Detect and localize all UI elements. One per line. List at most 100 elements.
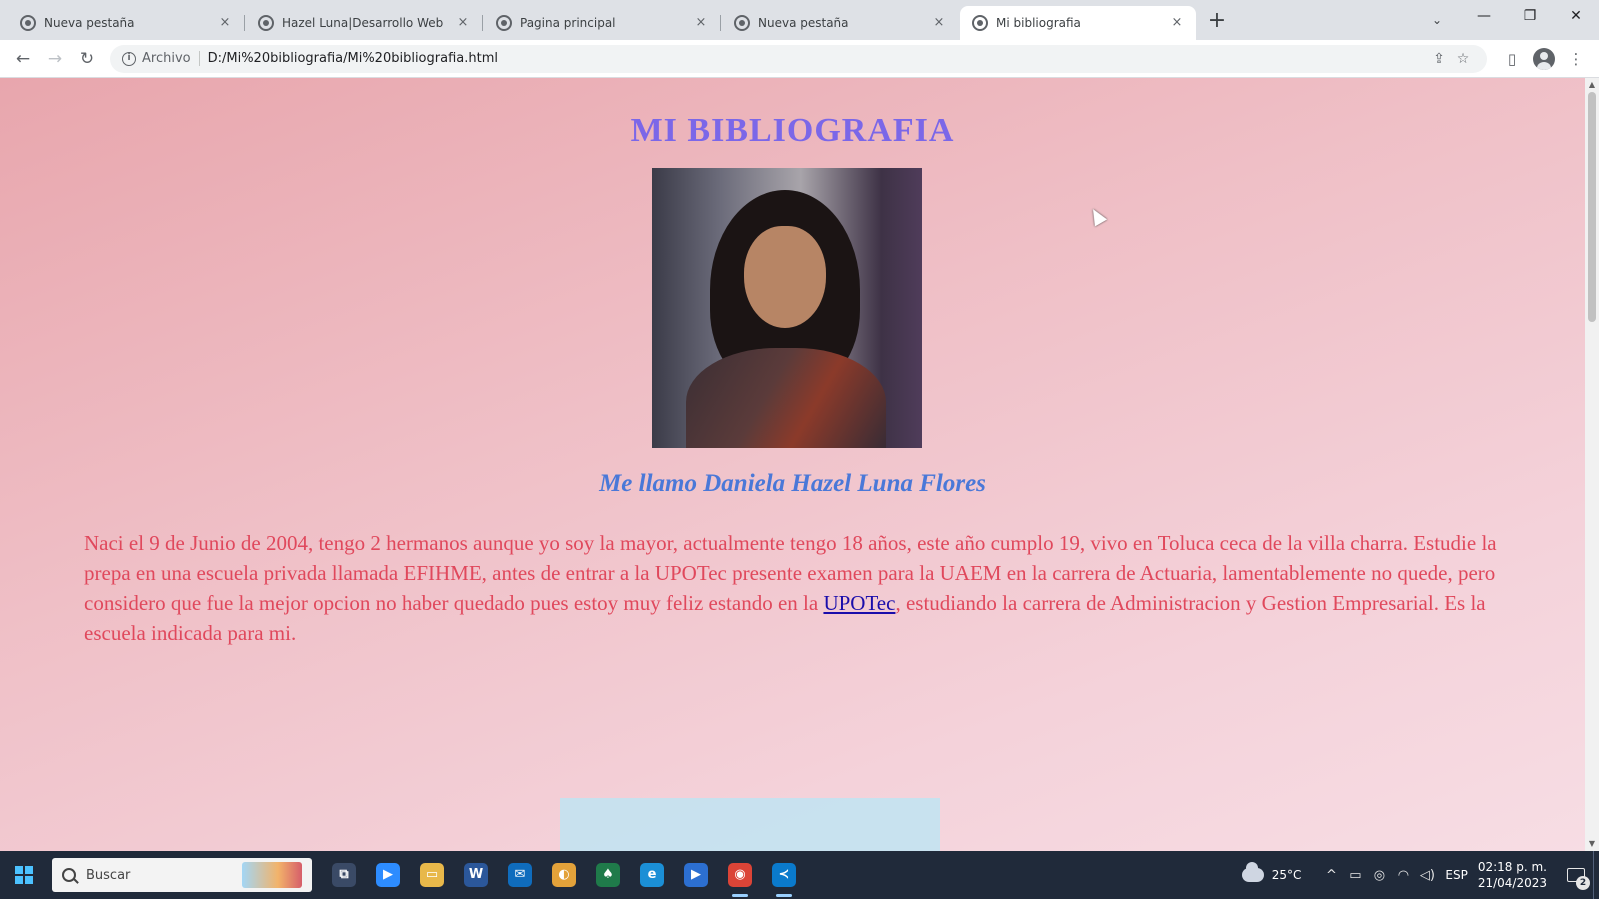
back-button[interactable]: ← (8, 44, 38, 74)
tab-close-icon[interactable]: × (930, 14, 948, 32)
tab-close-icon[interactable]: × (1168, 14, 1186, 32)
tab-title: Nueva pestaña (758, 16, 849, 30)
taskbar-app-button[interactable]: ▭ (410, 851, 454, 899)
volume-icon[interactable]: ◁) (1415, 868, 1439, 883)
browser-tab[interactable]: Nueva pestaña × (8, 6, 244, 40)
browser-tab[interactable]: Pagina principal × (482, 6, 720, 40)
taskbar-app-button[interactable]: ≺ (762, 851, 806, 899)
edge-icon: e (640, 863, 664, 887)
tab-favicon-icon (496, 15, 512, 31)
windows-taskbar: Buscar ⧉ ▶ ▭ W ✉ ◐ ♠ e ▶ ◉ ≺ 25°C ^ ▭ ◎ ◠ ◁) ESP 0… (0, 851, 1599, 899)
mouse-cursor-icon (1086, 205, 1108, 227)
taskbar-app-button[interactable]: ♠ (586, 851, 630, 899)
tray-overflow-chevron-icon[interactable]: ^ (1319, 868, 1343, 883)
reload-button[interactable]: ↻ (72, 44, 102, 74)
bio-paragraph: Naci el 9 de Junio de 2004, tengo 2 herm… (84, 528, 1504, 648)
tab-close-icon[interactable]: × (454, 14, 472, 32)
tab-list: Nueva pestaña × Hazel Luna|Desarrollo Web ×… (8, 6, 1198, 40)
taskbar-search-placeholder: Buscar (86, 867, 131, 883)
search-icon (62, 868, 76, 882)
photo-coat (686, 348, 886, 448)
zoom-icon: ▶ (376, 863, 400, 887)
close-window-button[interactable]: ✕ (1553, 0, 1599, 32)
notification-center-button[interactable]: 2 (1559, 851, 1593, 899)
solitaire-icon: ♠ (596, 863, 620, 887)
taskbar-app-button[interactable]: ✉ (498, 851, 542, 899)
maximize-button[interactable]: ❐ (1507, 0, 1553, 32)
page-subtitle: Me llamo Daniela Hazel Luna Flores (599, 470, 986, 497)
tab-title: Nueva pestaña (44, 16, 135, 30)
weather-cloud-icon (1241, 862, 1264, 882)
tab-search-button[interactable]: ⌄ (1425, 8, 1449, 32)
weather-temperature: 25°C (1271, 868, 1302, 882)
taskbar-app-button[interactable]: W (454, 851, 498, 899)
window-controls: — ❐ ✕ (1461, 0, 1599, 32)
task-view-icon: ⧉ (332, 863, 356, 887)
tab-close-icon[interactable]: × (216, 14, 234, 32)
address-bar[interactable]: i Archivo D:/Mi%20bibliografia/Mi%20bibl… (110, 44, 1487, 73)
forward-button[interactable]: → (40, 44, 70, 74)
input-language-indicator[interactable]: ESP (1445, 868, 1467, 882)
browser-tab[interactable]: Hazel Luna|Desarrollo Web × (244, 6, 482, 40)
taskbar-app-button[interactable]: ▶ (674, 851, 718, 899)
browser-tab[interactable]: Nueva pestaña × (720, 6, 958, 40)
wifi-icon[interactable]: ◠ (1391, 868, 1415, 883)
windows-logo-icon (15, 866, 33, 884)
tab-favicon-icon (20, 15, 36, 31)
tab-favicon-icon (972, 15, 988, 31)
page-title: MI BIBLIOGRAFIA (630, 112, 955, 149)
file-explorer-icon: ▭ (420, 863, 444, 887)
battery-icon[interactable]: ▭ (1343, 868, 1367, 883)
address-url[interactable]: D:/Mi%20bibliografia/Mi%20bibliografia.h… (208, 51, 1427, 66)
taskbar-search-box[interactable]: Buscar (52, 858, 312, 892)
upotec-link[interactable]: UPOTec (823, 591, 895, 615)
scroll-down-arrow-icon[interactable]: ▼ (1585, 837, 1599, 851)
page-body: MI BIBLIOGRAFIA Me llamo Daniela Hazel L… (0, 78, 1585, 851)
tab-title: Hazel Luna|Desarrollo Web (282, 16, 444, 30)
photo-face (744, 226, 826, 328)
search-highlight-image[interactable] (242, 862, 302, 888)
tab-title: Mi bibliografia (996, 16, 1081, 30)
taskbar-app-button[interactable]: e (630, 851, 674, 899)
taskbar-app-button[interactable]: ▶ (366, 851, 410, 899)
address-scheme-label: Archivo (142, 51, 200, 66)
profile-avatar-icon[interactable] (1533, 47, 1555, 70)
show-desktop-button[interactable] (1593, 851, 1599, 899)
decorative-strip (560, 798, 940, 851)
taskbar-pinned-apps: ⧉ ▶ ▭ W ✉ ◐ ♠ e ▶ ◉ ≺ (322, 851, 806, 899)
taskbar-clock[interactable]: 02:18 p. m. 21/04/2023 (1478, 859, 1547, 891)
browser-toolbar: ← → ↻ i Archivo D:/Mi%20bibliografia/Mi%… (0, 40, 1599, 78)
weather-widget[interactable]: 25°C (1241, 862, 1302, 882)
site-info-icon[interactable]: i (122, 51, 136, 66)
vscode-icon: ≺ (772, 863, 796, 887)
share-icon[interactable]: ⇪ (1427, 51, 1451, 67)
taskbar-app-button[interactable]: ◉ (718, 851, 762, 899)
page-viewport: MI BIBLIOGRAFIA Me llamo Daniela Hazel L… (0, 78, 1599, 851)
taskbar-app-button[interactable]: ◐ (542, 851, 586, 899)
notification-count-badge: 2 (1576, 876, 1590, 890)
bookmark-star-icon[interactable]: ☆ (1451, 51, 1475, 67)
tab-favicon-icon (734, 15, 750, 31)
location-icon[interactable]: ◎ (1367, 868, 1391, 883)
system-tray: 25°C ^ ▭ ◎ ◠ ◁) ESP 02:18 p. m. 21/04/20… (1241, 851, 1599, 899)
tab-close-icon[interactable]: × (692, 14, 710, 32)
mail-icon: ✉ (508, 863, 532, 887)
word-icon: W (464, 863, 488, 887)
chrome-menu-icon[interactable]: ⋮ (1561, 44, 1591, 74)
photos-icon: ◐ (552, 863, 576, 887)
clock-time: 02:18 p. m. (1477, 860, 1547, 874)
profile-photo (652, 168, 922, 448)
start-button[interactable] (0, 851, 48, 899)
tab-title: Pagina principal (520, 16, 616, 30)
scroll-up-arrow-icon[interactable]: ▲ (1585, 78, 1599, 92)
minimize-button[interactable]: — (1461, 0, 1507, 32)
new-tab-button[interactable]: + (1202, 7, 1232, 37)
tab-strip: Nueva pestaña × Hazel Luna|Desarrollo Web ×… (0, 0, 1599, 40)
chrome-icon: ◉ (728, 863, 752, 887)
scroll-thumb[interactable] (1588, 92, 1596, 322)
side-panel-icon[interactable]: ▯ (1497, 44, 1527, 74)
vertical-scrollbar[interactable]: ▲ ▼ (1585, 78, 1599, 851)
browser-tab[interactable]: Mi bibliografia × (960, 6, 1196, 40)
media-player-icon: ▶ (684, 863, 708, 887)
taskbar-app-button[interactable]: ⧉ (322, 851, 366, 899)
